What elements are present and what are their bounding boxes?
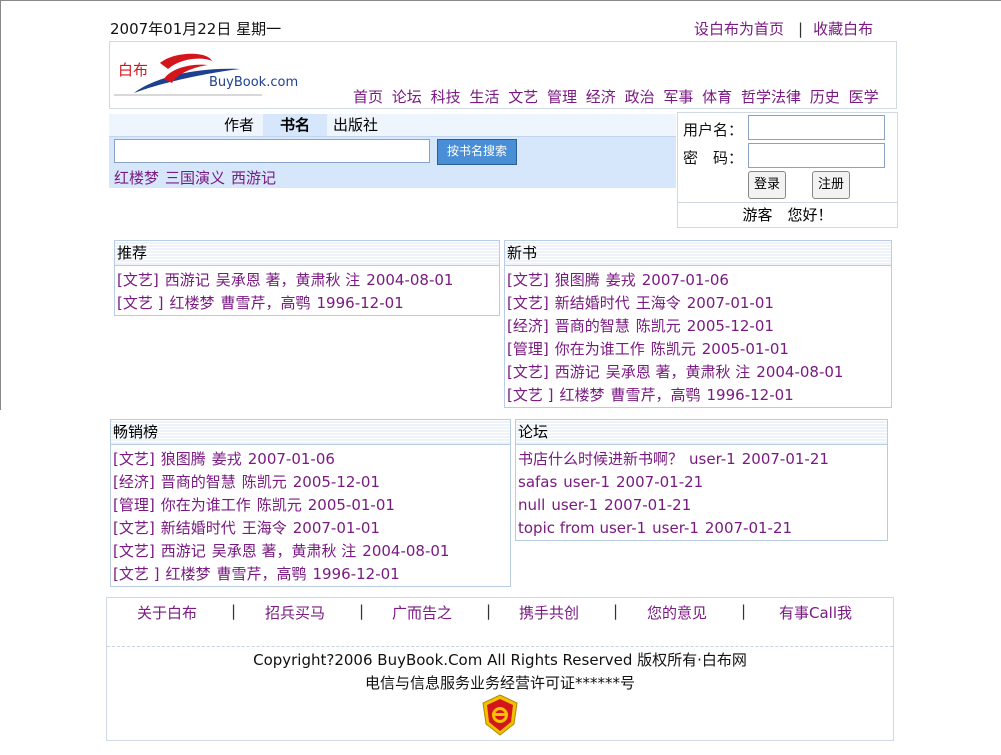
main-nav: 首页 论坛 科技 生活 文艺 管理 经济 政治 军事 体育 哲学法律 历史 医学: [353, 86, 883, 107]
tab-author[interactable]: 作者: [209, 114, 269, 136]
username-label: 用户名：: [683, 121, 744, 139]
login-box: 用户名： 密 码： 登录 注册 游客 您好！: [677, 112, 898, 228]
login-button[interactable]: 登录: [748, 171, 786, 199]
frame-line-left: [0, 0, 1, 410]
nav-item[interactable]: 管理: [547, 88, 577, 106]
list-item[interactable]: [管理] 你在为谁工作 陈凯元 2005-01-01: [507, 338, 849, 361]
nav-item[interactable]: 军事: [663, 88, 693, 106]
list-item[interactable]: [文艺] 新结婚时代 王海令 2007-01-01: [507, 292, 849, 315]
panel-title: 推荐: [115, 241, 499, 266]
forum-topic[interactable]: safas user-1 2007-01-21: [518, 471, 835, 494]
top-link-separator: |: [798, 20, 804, 38]
password-field[interactable]: [748, 143, 885, 168]
panel-title: 论坛: [516, 420, 887, 445]
hello-text: 您好！: [787, 206, 833, 224]
new-books-panel: 新书 [文艺] 狼图腾 姜戎 2007-01-06 [文艺] 新结婚时代 王海令 2007-…: [504, 240, 892, 408]
nav-item[interactable]: 历史: [810, 88, 840, 106]
footer-link-feedback[interactable]: 您的意见: [647, 602, 707, 623]
greeting: 游客 您好！: [678, 202, 897, 228]
hot-search-link[interactable]: 西游记: [231, 169, 276, 187]
footer: 关于白布 | 招兵买马 | 广而告之 | 携手共创 | 您的意见 | 有事Cal…: [106, 597, 894, 741]
guest-label: 游客: [742, 206, 773, 224]
list-item[interactable]: [管理] 你在为谁工作 陈凯元 2005-01-01: [113, 494, 455, 517]
footer-separator: |: [613, 602, 619, 620]
footer-separator: |: [486, 602, 492, 620]
list-item[interactable]: [文艺 ] 红楼梦 曹雪芹，高鹗 1996-12-01: [507, 384, 849, 407]
search-tabs: 作者 书名 出版社: [109, 114, 676, 137]
nav-item[interactable]: 首页: [353, 88, 383, 106]
footer-divider: [107, 646, 893, 647]
frame-line-top: [0, 0, 1001, 1]
panel-title: 畅销榜: [111, 420, 510, 445]
top-links: 设白布为首页 | 收藏白布: [694, 18, 873, 39]
nav-item[interactable]: 体育: [702, 88, 732, 106]
footer-link-contact[interactable]: 有事Call我: [779, 602, 852, 623]
tab-title[interactable]: 书名: [263, 114, 327, 136]
forum-panel: 论坛 书店什么时候进新书啊？ user-1 2007-01-21 safas user…: [515, 419, 888, 541]
nav-item[interactable]: 哲学法律: [741, 88, 801, 106]
nav-item[interactable]: 政治: [625, 88, 655, 106]
list-item[interactable]: [文艺] 狼图腾 姜戎 2007-01-06: [113, 448, 455, 471]
footer-link-jobs[interactable]: 招兵买马: [265, 602, 325, 623]
list-item[interactable]: [文艺] 狼图腾 姜戎 2007-01-06: [507, 269, 849, 292]
nav-item[interactable]: 论坛: [392, 88, 422, 106]
search-by-title-button[interactable]: 按书名搜索: [437, 139, 517, 165]
list-item[interactable]: [文艺] 新结婚时代 王海令 2007-01-01: [113, 517, 455, 540]
hot-search-link[interactable]: 红楼梦: [114, 169, 159, 187]
list-item[interactable]: [文艺 ] 红楼梦 曹雪芹，高鹗 1996-12-01: [117, 292, 459, 315]
password-label: 密 码：: [683, 149, 744, 167]
set-homepage-link[interactable]: 设白布为首页: [694, 20, 784, 38]
license-text: 电信与信息服务业务经营许可证******号: [364, 674, 635, 692]
search-input[interactable]: [114, 139, 430, 163]
hot-searches: 红楼梦 三国演义 西游记: [114, 167, 282, 188]
current-date: 2007年01月22日 星期一: [110, 20, 282, 38]
register-button[interactable]: 注册: [812, 171, 850, 199]
footer-link-about[interactable]: 关于白布: [137, 602, 197, 623]
footer-separator: |: [231, 602, 237, 620]
forum-topic[interactable]: null user-1 2007-01-21: [518, 494, 835, 517]
footer-separator: |: [359, 602, 365, 620]
tab-publisher[interactable]: 出版社: [333, 114, 393, 136]
hot-search-link[interactable]: 三国演义: [165, 169, 225, 187]
new-books-list: [文艺] 狼图腾 姜戎 2007-01-06 [文艺] 新结婚时代 王海令 2007-01-…: [507, 269, 849, 407]
username-field[interactable]: [748, 115, 885, 140]
svg-text:白布: 白布: [118, 61, 148, 79]
list-item[interactable]: [文艺 ] 红楼梦 曹雪芹，高鹗 1996-12-01: [113, 563, 455, 586]
buybook-logo[interactable]: 白布 BuyBook.com: [112, 49, 302, 101]
nav-item[interactable]: 生活: [469, 88, 499, 106]
forum-topic[interactable]: topic from user-1 user-1 2007-01-21: [518, 517, 835, 540]
nav-item[interactable]: 科技: [431, 88, 461, 106]
search-box: 作者 书名 出版社 按书名搜索 红楼梦 三国演义 西游记: [109, 114, 676, 188]
list-item[interactable]: [经济] 晋商的智慧 陈凯元 2005-12-01: [113, 471, 455, 494]
list-item[interactable]: [文艺] 西游记 吴承恩 著，黄肃秋 注 2004-08-01: [113, 540, 455, 563]
list-item[interactable]: [经济] 晋商的智慧 陈凯元 2005-12-01: [507, 315, 849, 338]
list-item[interactable]: [文艺] 西游记 吴承恩 著，黄肃秋 注 2004-08-01: [507, 361, 849, 384]
list-item[interactable]: [文艺] 西游记 吴承恩 著，黄肃秋 注 2004-08-01: [117, 269, 459, 292]
panel-title: 新书: [505, 241, 891, 266]
bestsellers-panel: 畅销榜 [文艺] 狼图腾 姜戎 2007-01-06 [经济] 晋商的智慧 陈凯元 2005…: [110, 419, 511, 587]
nav-item[interactable]: 文艺: [508, 88, 538, 106]
footer-link-ads[interactable]: 广而告之: [392, 602, 452, 623]
footer-links: 关于白布 | 招兵买马 | 广而告之 | 携手共创 | 您的意见 | 有事Cal…: [107, 598, 893, 644]
copyright-text: Copyright?2006 BuyBook.Com All Rights Re…: [253, 651, 747, 669]
bookmark-link[interactable]: 收藏白布: [813, 20, 873, 38]
nav-item[interactable]: 医学: [849, 88, 879, 106]
nav-item[interactable]: 经济: [586, 88, 616, 106]
footer-separator: |: [741, 602, 747, 620]
forum-topic[interactable]: 书店什么时候进新书啊？ user-1 2007-01-21: [518, 448, 835, 471]
recommend-panel: 推荐 [文艺] 西游记 吴承恩 著，黄肃秋 注 2004-08-01 [文艺 ] 红楼梦…: [114, 240, 500, 316]
footer-link-partners[interactable]: 携手共创: [519, 602, 579, 623]
bestsellers-list: [文艺] 狼图腾 姜戎 2007-01-06 [经济] 晋商的智慧 陈凯元 2005-12-…: [113, 448, 455, 586]
recommend-list: [文艺] 西游记 吴承恩 著，黄肃秋 注 2004-08-01 [文艺 ] 红楼梦 曹雪芹…: [117, 269, 459, 315]
forum-list: 书店什么时候进新书啊？ user-1 2007-01-21 safas user-1 2…: [518, 448, 835, 540]
svg-text:BuyBook.com: BuyBook.com: [209, 75, 298, 90]
police-badge-icon[interactable]: [481, 694, 519, 736]
